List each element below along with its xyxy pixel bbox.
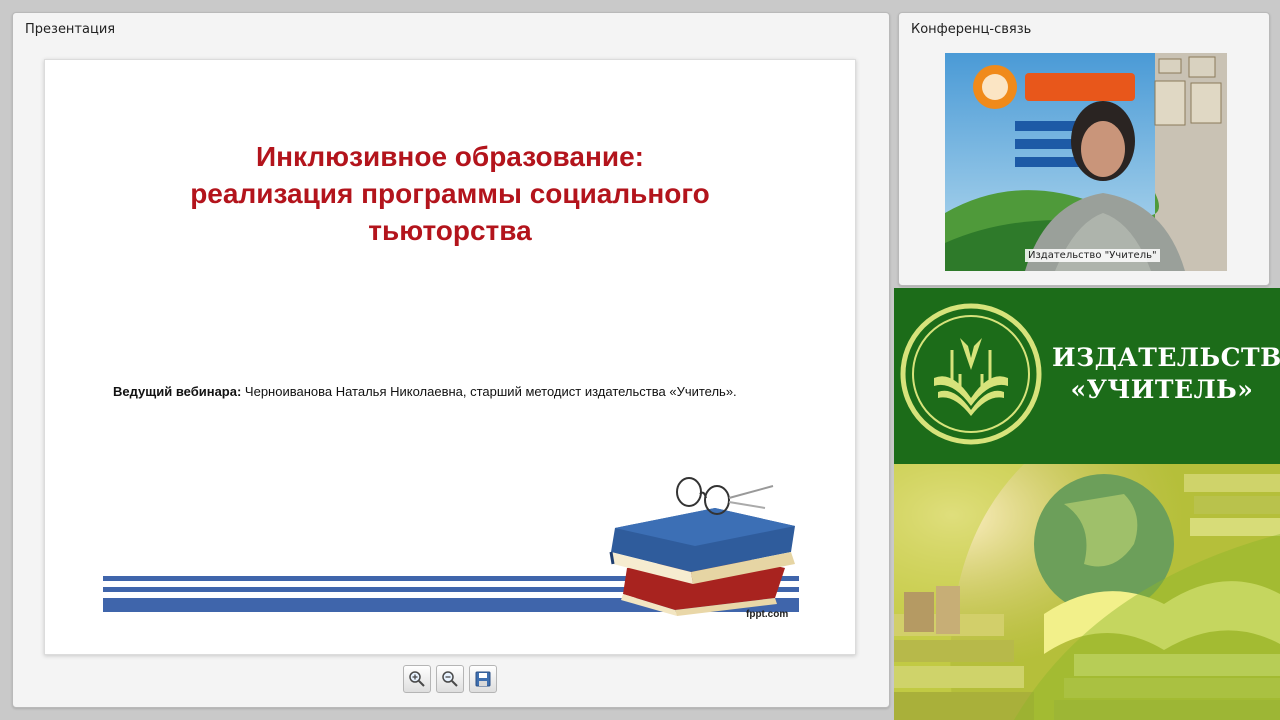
publisher-banner: ИЗДАТЕЛЬСТВО «УЧИТЕЛЬ» xyxy=(894,288,1280,464)
save-icon xyxy=(475,671,491,687)
footer-credit: fppt.com xyxy=(746,609,789,620)
zoom-in-icon xyxy=(409,671,425,687)
video-stream[interactable]: Издательство "Учитель" xyxy=(945,53,1227,271)
books-with-glasses-illustration xyxy=(609,477,795,616)
presentation-slide: Инклюзивное образование: реализация прог… xyxy=(44,59,856,655)
presentation-panel: Презентация Инклюзивное образование: реа… xyxy=(12,12,890,708)
video-caption: Издательство "Учитель" xyxy=(1025,249,1160,262)
slide-title-line-2: реализация программы социального xyxy=(190,178,710,209)
presenter-info: Ведущий вебинара: Черноиванова Наталья Н… xyxy=(113,384,737,399)
books-globe-image xyxy=(894,464,1280,720)
presenter-name: Черноиванова Наталья Николаевна, старший… xyxy=(241,384,737,399)
presenter-label: Ведущий вебинара: xyxy=(113,384,242,399)
save-button[interactable] xyxy=(469,665,497,693)
slide-title-line-3: тьюторства xyxy=(368,215,532,246)
conference-panel-title: Конференц-связь xyxy=(911,22,1032,37)
books-globe-decoration xyxy=(894,464,1280,720)
zoom-out-button[interactable] xyxy=(436,665,464,693)
zoom-out-icon xyxy=(442,671,458,687)
publisher-name: ИЗДАТЕЛЬСТВО «УЧИТЕЛЬ» xyxy=(1052,342,1280,406)
publisher-name-line-1: ИЗДАТЕЛЬСТВО xyxy=(1052,343,1280,372)
slide-title-line-1: Инклюзивное образование: xyxy=(256,141,644,172)
zoom-in-button[interactable] xyxy=(403,665,431,693)
presentation-panel-title: Презентация xyxy=(25,22,116,37)
conference-panel: Конференц-связь Издательство "Учитель" xyxy=(898,12,1270,286)
video-frame xyxy=(945,53,1227,271)
publisher-name-line-2: «УЧИТЕЛЬ» xyxy=(1070,375,1254,404)
publisher-logo xyxy=(900,303,1042,445)
slide-title: Инклюзивное образование: реализация прог… xyxy=(45,138,855,249)
